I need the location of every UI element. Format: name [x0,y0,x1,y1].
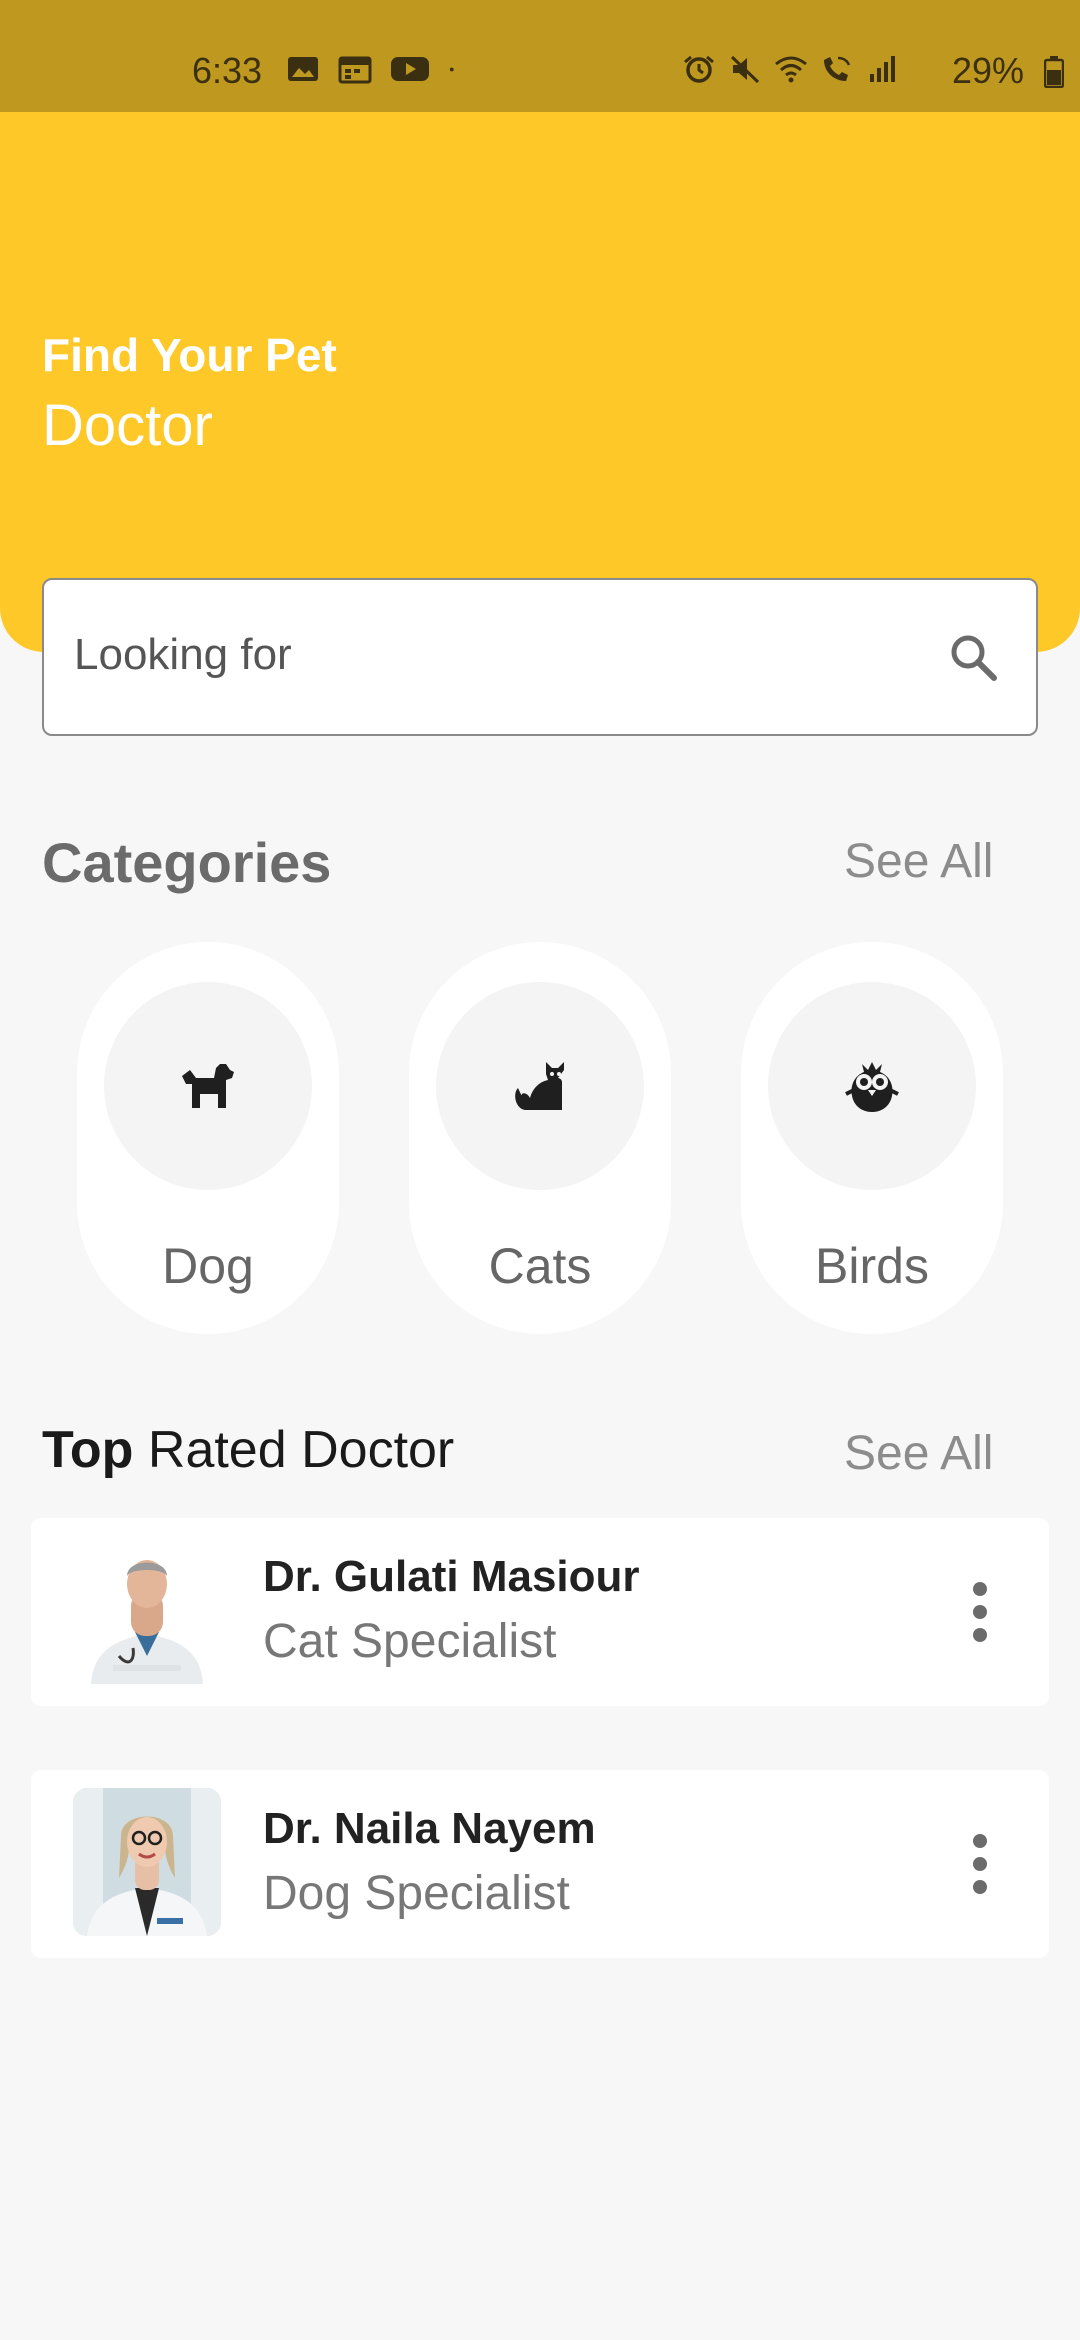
doctor-avatar [73,1536,221,1684]
hero-banner: Find Your Pet Doctor [0,112,1080,652]
doctor-specialty: Dog Specialist [263,1867,570,1920]
battery-percent: 29% [952,50,1025,91]
doctor-card[interactable]: Dr. Gulati Masiour Cat Specialist [31,1518,1049,1706]
top-rated-title-bold: Top [42,1421,134,1479]
alarm-icon [684,55,714,83]
youtube-icon [391,57,429,81]
doctor-specialty: Cat Specialist [263,1615,557,1668]
dog-icon [182,1064,234,1108]
more-options-icon[interactable] [971,1834,991,1894]
status-left-icons [286,54,464,84]
bird-icon [845,1062,899,1112]
category-cats-circle [436,982,644,1190]
cat-icon [515,1062,564,1110]
signal-icon [870,56,895,82]
wifi-icon [775,56,807,83]
status-time: 6:33 [192,50,263,91]
hero-subtitle: Doctor [42,393,213,458]
category-cats-label: Cats [488,1238,592,1294]
category-birds-circle [768,982,976,1190]
wifi-calling-icon [824,56,851,81]
doctor-name: Dr. Naila Nayem [263,1804,596,1853]
search-input[interactable]: Looking for [74,630,292,680]
status-right-icons [682,54,900,84]
category-birds[interactable]: Birds [741,942,1003,1334]
top-rated-see-all-link[interactable]: See All [844,1426,993,1481]
doctor-avatar [73,1788,221,1936]
status-bar: 6:33 29% [0,0,1080,112]
category-dog-circle [104,982,312,1190]
category-cats[interactable]: Cats [409,942,671,1334]
search-icon[interactable] [946,630,1002,686]
battery-icon [1044,56,1064,88]
category-birds-label: Birds [815,1238,929,1294]
calendar-icon [338,56,372,84]
mute-icon [730,55,760,84]
categories-title: Categories [42,831,332,894]
hero-title: Find Your Pet [42,329,337,381]
more-options-icon[interactable] [971,1582,991,1642]
categories-see-all-link[interactable]: See All [844,834,993,889]
doctor-card[interactable]: Dr. Naila Nayem Dog Specialist [31,1770,1049,1958]
top-rated-title-rest: Rated Doctor [133,1421,455,1479]
category-dog-label: Dog [162,1238,254,1294]
category-dog[interactable]: Dog [77,942,339,1334]
top-rated-title: Top Rated Doctor [42,1420,454,1480]
doctor-name: Dr. Gulati Masiour [263,1552,640,1601]
dot-icon [449,67,454,72]
gallery-icon [288,57,318,81]
search-box[interactable]: Looking for [42,578,1038,736]
